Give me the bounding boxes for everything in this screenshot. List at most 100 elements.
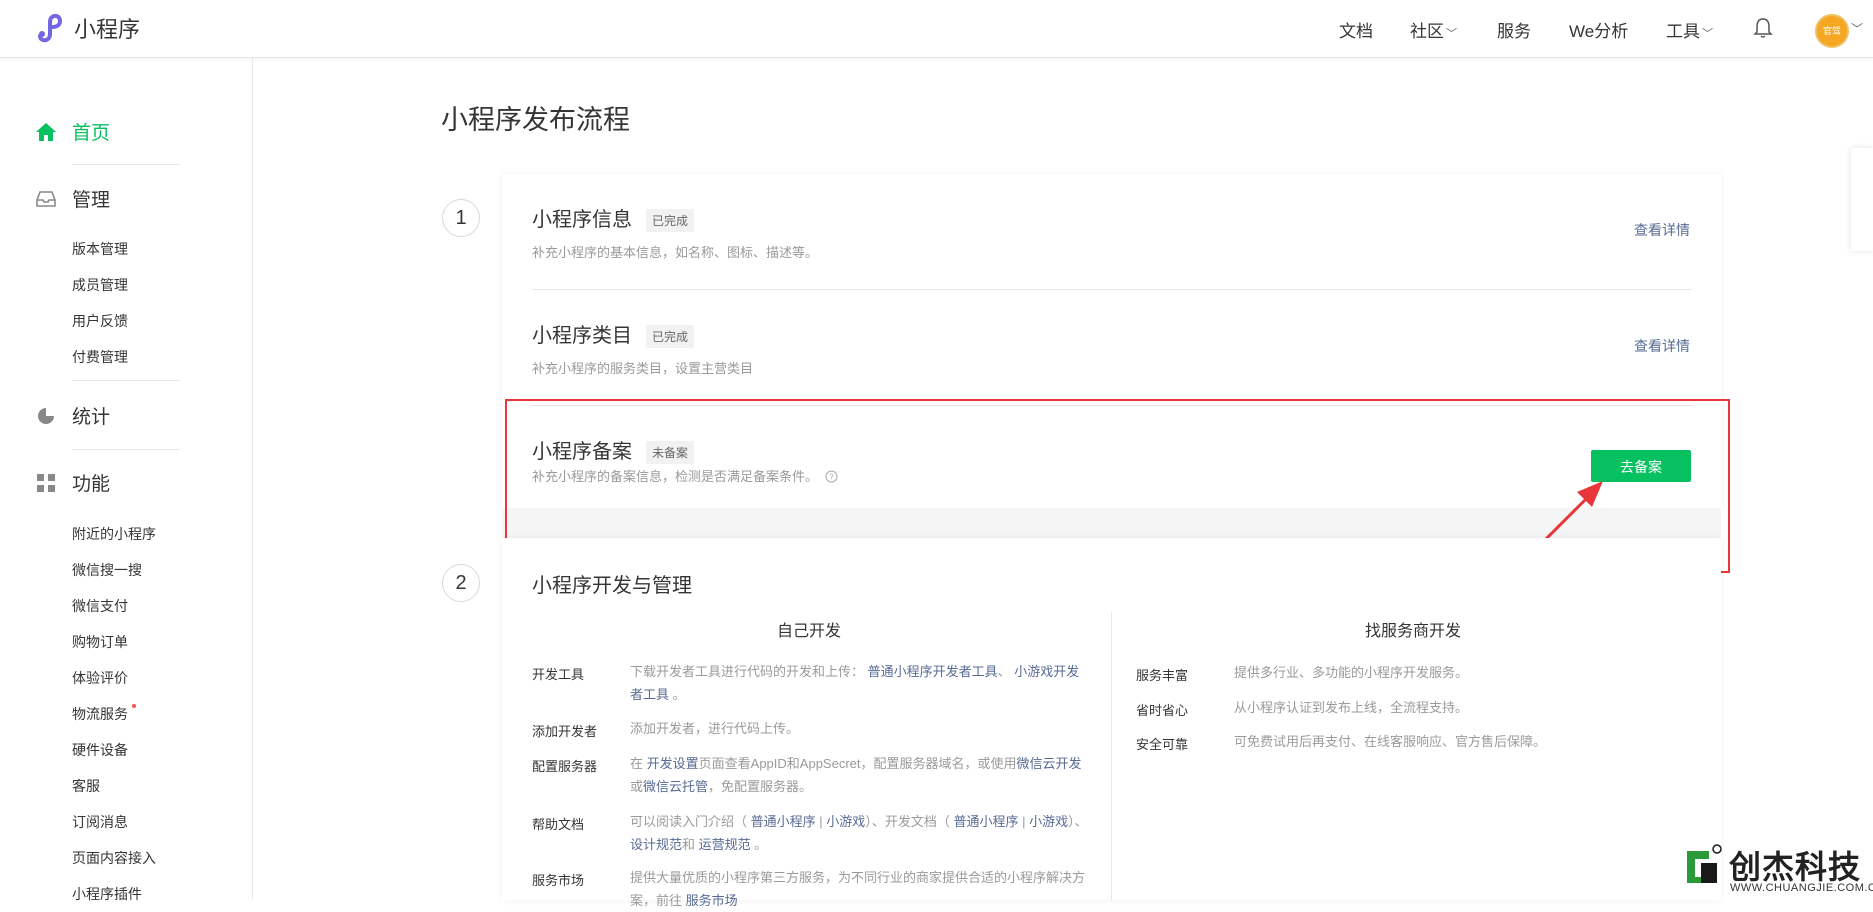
sidebar-item-features[interactable]: 功能 <box>34 469 110 496</box>
logo-text: 小程序 <box>74 17 141 42</box>
sidebar-stats-label: 统计 <box>72 407 111 428</box>
help-docs-pre: 可以阅读入门介绍（ <box>630 814 748 829</box>
item-desc-secure: 可免费试用后再支付、在线客服响应、官方售后保障。 <box>1234 734 1547 749</box>
sidebar-divider <box>72 449 180 450</box>
sidebar-item-manage[interactable]: 管理 <box>34 185 110 212</box>
dev-tools-end: 。 <box>672 687 686 702</box>
sidebar-item-orders[interactable]: 购物订单 <box>72 632 128 652</box>
sidebar: 首页 管理 版本管理 成员管理 用户反馈 付费管理 统计 功能 附近的小程序 微… <box>0 57 253 902</box>
nav-docs[interactable]: 文档 <box>1339 17 1373 42</box>
item-label-secure: 安全可靠 <box>1136 737 1189 752</box>
row-title-info-text: 小程序信息 <box>532 209 632 231</box>
watermark-icon <box>1687 844 1722 883</box>
home-icon <box>34 120 58 144</box>
separator-bar: | <box>1022 814 1026 829</box>
sidebar-item-wechat-pay[interactable]: 微信支付 <box>72 596 128 616</box>
sidebar-item-home[interactable]: 首页 <box>34 118 110 145</box>
avatar-text: 官驾 <box>1822 26 1841 36</box>
row-divider <box>532 289 1692 290</box>
nav-tools[interactable]: 工具 ﹀ <box>1666 17 1713 42</box>
provider-dev-heading: 找服务商开发 <box>1365 623 1462 640</box>
step-number: 2 <box>442 564 480 602</box>
sidebar-item-plugins[interactable]: 小程序插件 <box>72 884 142 904</box>
item-desc-add-developer: 添加开发者，进行代码上传。 <box>630 721 800 736</box>
separator: 、 <box>997 664 1011 679</box>
help-docs-mid: ）、开发文档（ <box>865 814 950 829</box>
item-label-time-saving: 省时省心 <box>1136 703 1189 718</box>
docs-mini-program-link[interactable]: 普通小程序 <box>953 814 1018 829</box>
sidebar-item-content-access[interactable]: 页面内容接入 <box>72 848 156 868</box>
sidebar-manage-label: 管理 <box>72 190 111 211</box>
server-config-pre: 在 <box>630 756 644 771</box>
chevron-down-icon[interactable]: ﹀ <box>1851 20 1863 37</box>
sidebar-item-version[interactable]: 版本管理 <box>72 239 128 259</box>
intro-mini-game-link[interactable]: 小游戏 <box>826 814 865 829</box>
item-label-help-docs: 帮助文档 <box>532 817 585 832</box>
design-guidelines-link[interactable]: 设计规范 <box>630 837 682 852</box>
step-number: 1 <box>442 199 480 237</box>
view-details-link[interactable]: 查看详情 <box>1634 220 1690 240</box>
nav-we-analysis[interactable]: We分析 <box>1569 17 1628 42</box>
sidebar-home-label: 首页 <box>72 123 111 144</box>
sidebar-item-billing[interactable]: 付费管理 <box>72 347 128 367</box>
item-desc-service-market: 提供大量优质的小程序第三方服务，为不同行业的商家提供合适的小程序解决方案，前往 … <box>630 866 1088 912</box>
sidebar-item-hardware[interactable]: 硬件设备 <box>72 740 128 760</box>
inbox-icon <box>34 187 58 211</box>
chevron-down-icon: ﹀ <box>1702 28 1713 40</box>
wechat-cloud-hosting-link[interactable]: 微信云托管 <box>643 779 708 794</box>
sidebar-item-nearby[interactable]: 附近的小程序 <box>72 524 156 544</box>
bell-icon[interactable] <box>1753 17 1773 39</box>
sidebar-item-logistics-label: 物流服务 <box>72 706 128 722</box>
nav-community-label: 社区 <box>1410 22 1444 41</box>
server-config-or: 或 <box>630 779 644 794</box>
status-badge: 已完成 <box>646 325 695 349</box>
mini-program-devtools-link[interactable]: 普通小程序开发者工具 <box>868 664 998 679</box>
service-market-link[interactable]: 服务市场 <box>686 893 738 908</box>
server-config-end: ，免配置服务器。 <box>708 779 813 794</box>
item-label-dev-tools: 开发工具 <box>532 667 585 682</box>
sidebar-item-stats[interactable]: 统计 <box>34 402 110 429</box>
column-divider <box>1111 612 1112 900</box>
notification-dot <box>132 704 136 708</box>
dev-tools-text: 下载开发者工具进行代码的开发和上传： <box>630 664 865 679</box>
help-docs-and: 和 <box>682 837 696 852</box>
floating-side-panel[interactable] <box>1851 148 1873 251</box>
sidebar-item-logistics[interactable]: 物流服务 <box>72 704 136 724</box>
view-details-link[interactable]: 查看详情 <box>1634 336 1690 356</box>
row-title-category: 小程序类目 已完成 <box>532 319 695 349</box>
sidebar-item-subscription[interactable]: 订阅消息 <box>72 812 128 832</box>
docs-mini-game-link[interactable]: 小游戏 <box>1029 814 1068 829</box>
intro-mini-program-link[interactable]: 普通小程序 <box>751 814 816 829</box>
avatar[interactable]: 官驾 <box>1815 14 1849 48</box>
sidebar-item-feedback[interactable]: 用户反馈 <box>72 311 128 331</box>
nav-tools-label: 工具 <box>1666 22 1700 41</box>
item-desc-help-docs: 可以阅读入门介绍（ 普通小程序 | 小游戏）、开发文档（ 普通小程序 | 小游戏… <box>630 810 1088 856</box>
server-config-mid: 页面查看AppID和AppSecret，配置服务器域名，或使用 <box>698 756 1017 771</box>
help-docs-end: 。 <box>754 837 768 852</box>
nav-services[interactable]: 服务 <box>1497 17 1531 42</box>
watermark-subtext: WWW.CHUANGJIE.COM.CN <box>1730 882 1873 894</box>
grid-icon <box>34 471 58 495</box>
sidebar-item-wechat-search[interactable]: 微信搜一搜 <box>72 560 142 580</box>
operation-guidelines-link[interactable]: 运营规范 <box>699 837 751 852</box>
miniprogram-logo-icon <box>38 13 63 43</box>
item-desc-dev-tools: 下载开发者工具进行代码的开发和上传： 普通小程序开发者工具、 小游戏开发者工具 … <box>630 660 1088 706</box>
wechat-cloud-dev-link[interactable]: 微信云开发 <box>1017 756 1082 771</box>
logo[interactable]: 小程序 <box>34 12 140 44</box>
top-navigation-bar: 小程序 文档 社区 ﹀ 服务 We分析 工具 ﹀ 官驾 ﹀ <box>0 0 1873 58</box>
row-title-category-text: 小程序类目 <box>532 325 632 347</box>
nav-community[interactable]: 社区 ﹀ <box>1410 17 1457 42</box>
item-label-rich-services: 服务丰富 <box>1136 668 1189 683</box>
sidebar-item-customer-service[interactable]: 客服 <box>72 776 100 796</box>
self-dev-heading: 自己开发 <box>777 623 842 640</box>
dev-settings-link[interactable]: 开发设置 <box>647 756 699 771</box>
help-docs-mid2: ）、 <box>1068 814 1088 829</box>
sidebar-item-reviews[interactable]: 体验评价 <box>72 668 128 688</box>
separator-bar: | <box>819 814 823 829</box>
sidebar-item-members[interactable]: 成员管理 <box>72 275 128 295</box>
item-label-add-developer: 添加开发者 <box>532 724 598 739</box>
sidebar-divider <box>72 380 180 381</box>
item-desc-server-config: 在 开发设置页面查看AppID和AppSecret，配置服务器域名，或使用微信云… <box>630 752 1088 798</box>
item-desc-time-saving: 从小程序认证到发布上线，全流程支持。 <box>1234 700 1469 715</box>
row-desc-category: 补充小程序的服务类目，设置主营类目 <box>532 361 754 376</box>
